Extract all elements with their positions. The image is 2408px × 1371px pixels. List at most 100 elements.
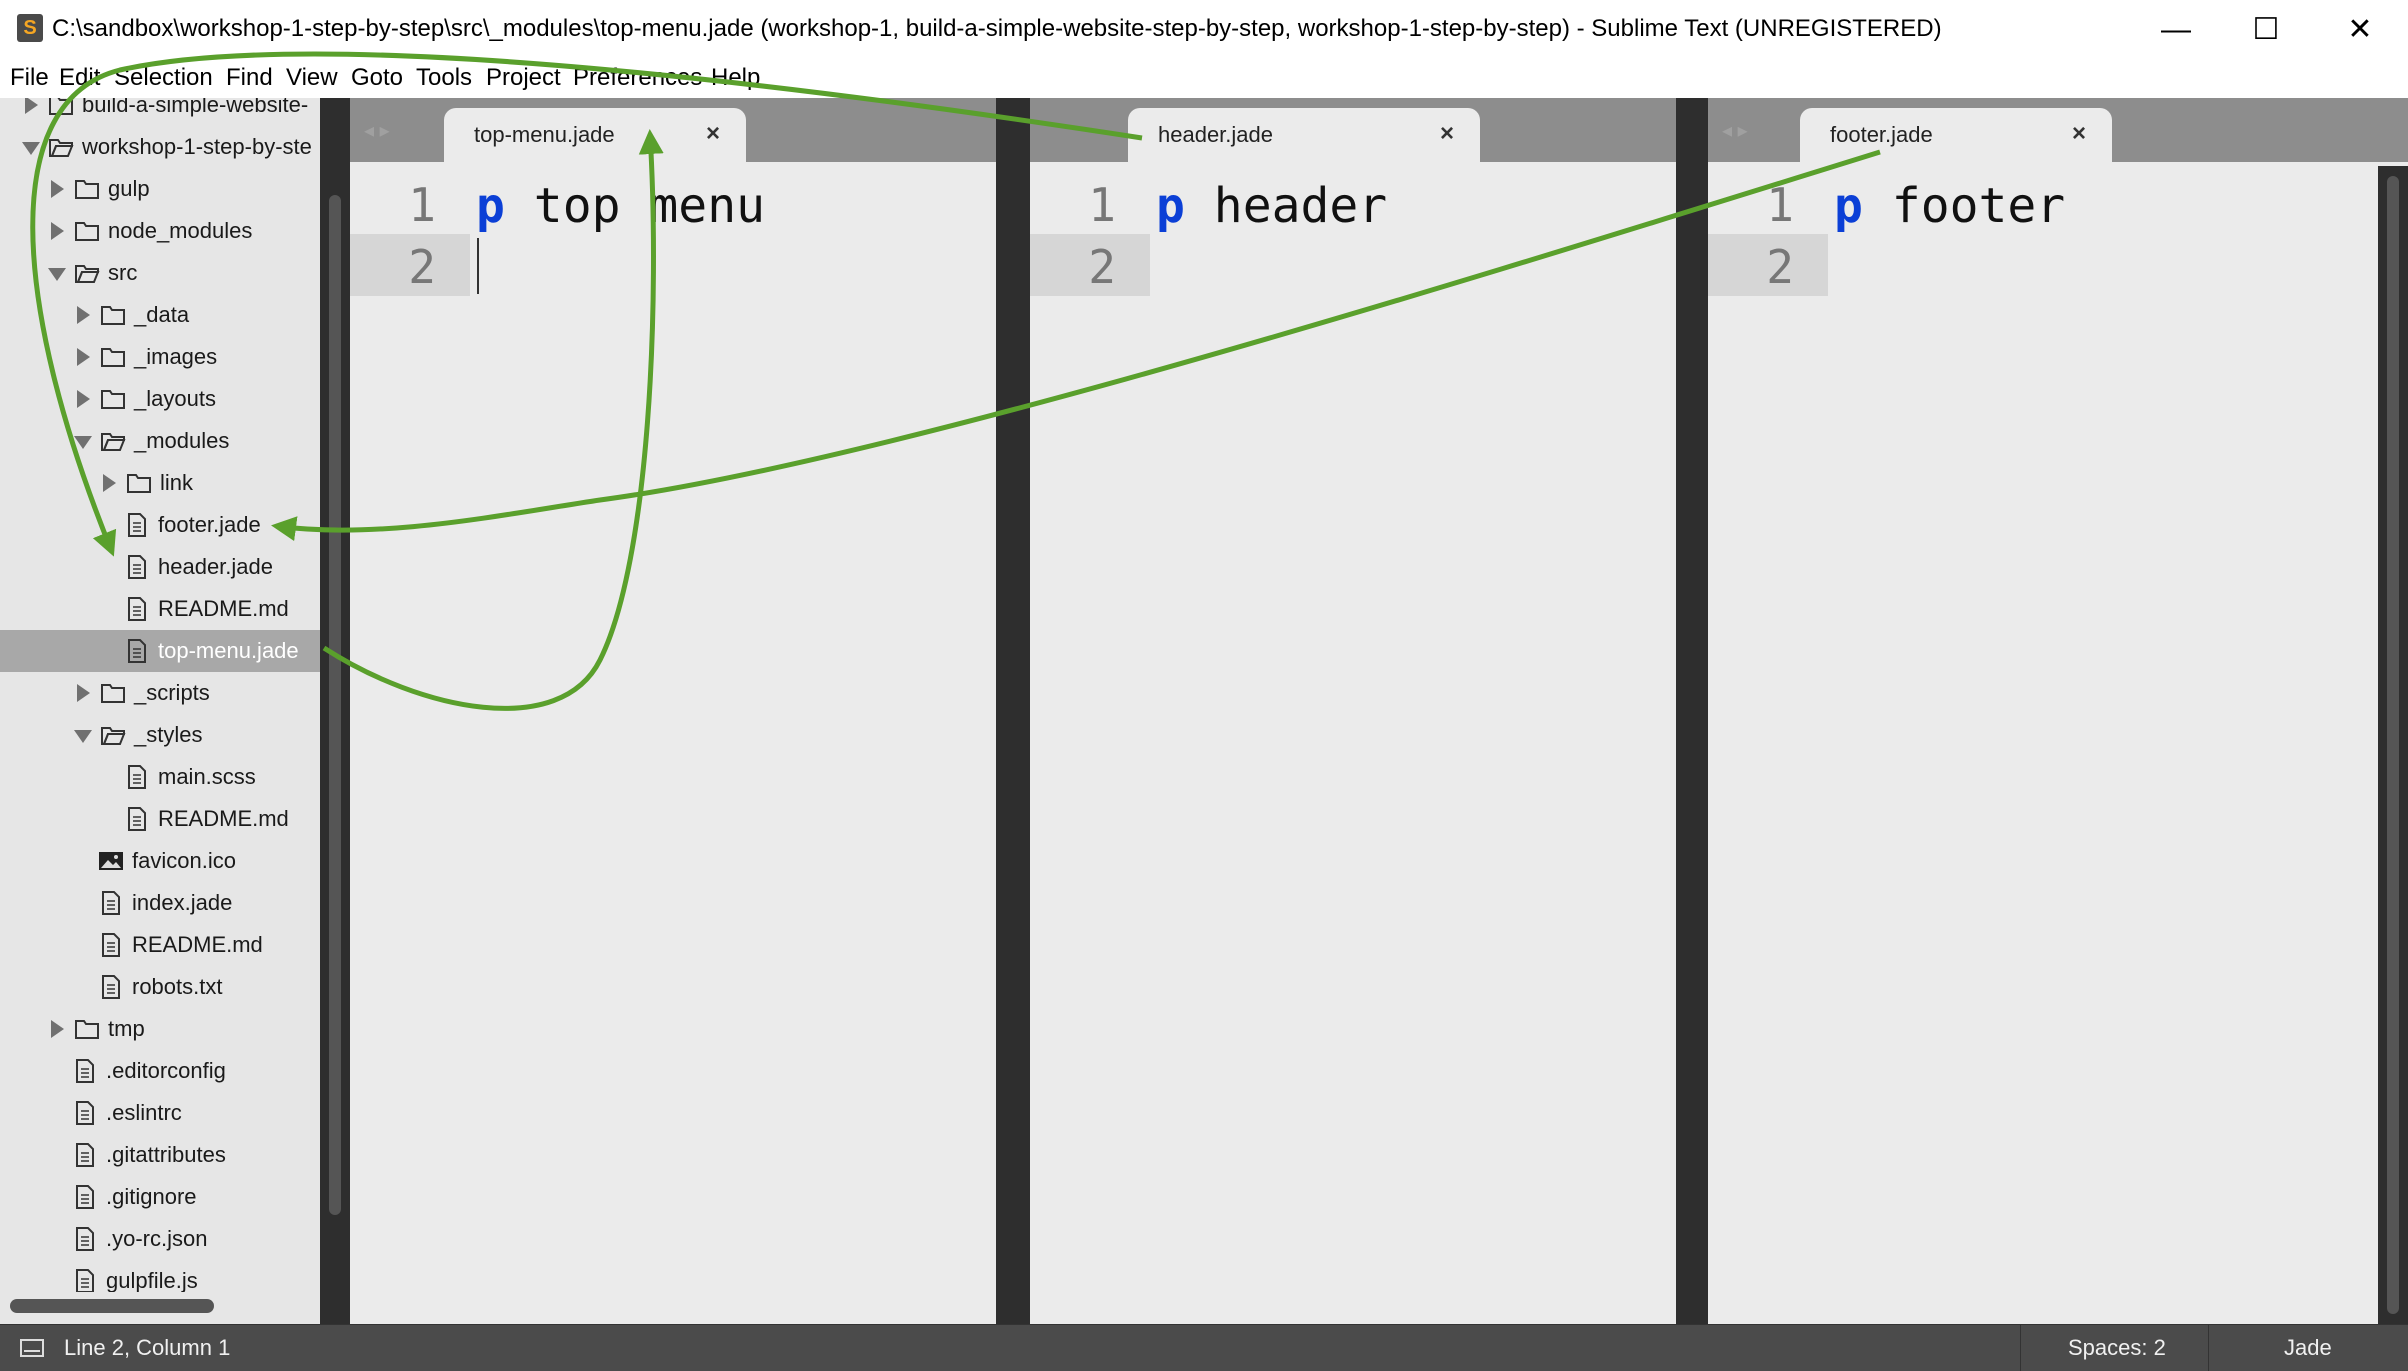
disclosure-closed-icon[interactable] (77, 306, 90, 324)
sidebar-item-layouts[interactable]: _layouts (0, 378, 320, 420)
tab-close-icon[interactable]: × (2072, 120, 2086, 148)
editor-group-1: ◂ ▸ top-menu.jade × 1 p top menu 2 (350, 98, 1026, 1324)
gutter-line: 1 p footer (1708, 172, 2065, 234)
menu-tools[interactable]: Tools (416, 64, 472, 92)
sidebar-item-gitattributes[interactable]: .gitattributes (0, 1134, 320, 1176)
sidebar-item-label: gulp (108, 176, 150, 201)
tab-footer-jade[interactable]: footer.jade × (1800, 108, 2112, 162)
folder-icon (100, 680, 126, 706)
sidebar-item-modules[interactable]: _modules (0, 420, 320, 462)
disclosure-closed-icon[interactable] (77, 348, 90, 366)
file-icon (124, 512, 150, 538)
status-indentation[interactable]: Spaces: 2 (2068, 1335, 2166, 1361)
disclosure-closed-icon[interactable] (77, 390, 90, 408)
sidebar-item-scripts[interactable]: _scripts (0, 672, 320, 714)
editor-scrollbar-thumb[interactable] (2387, 176, 2399, 1314)
sidebar-item-label: .yo-rc.json (106, 1226, 208, 1251)
sidebar-item-gitignore[interactable]: .gitignore (0, 1176, 320, 1218)
sidebar-vertical-scrollbar[interactable] (329, 195, 341, 1215)
tab-close-icon[interactable]: × (706, 120, 720, 148)
sidebar-item-gulp[interactable]: gulp (0, 168, 320, 210)
menu-goto[interactable]: Goto (351, 64, 403, 92)
sidebar-item-label: README.md (132, 932, 263, 957)
menu-edit[interactable]: Edit (59, 64, 100, 92)
disclosure-closed-icon[interactable] (51, 180, 64, 198)
sidebar-item-label: header.jade (158, 554, 273, 579)
gutter-line-active: 2 (1030, 234, 1150, 296)
sidebar-file-tree: build-a-simple-website-workshop-1-step-b… (0, 98, 320, 1324)
sidebar-item-footer-jade[interactable]: footer.jade (0, 504, 320, 546)
sidebar-item-readme-md[interactable]: README.md (0, 924, 320, 966)
code-keyword: p (476, 178, 505, 234)
disclosure-open-icon[interactable] (74, 730, 92, 743)
panel-toggle-icon[interactable] (20, 1339, 44, 1357)
sidebar-item-yo-rc-json[interactable]: .yo-rc.json (0, 1218, 320, 1260)
menu-preferences[interactable]: Preferences (573, 64, 702, 92)
disclosure-closed-icon[interactable] (25, 98, 38, 114)
title-bar: S C:\sandbox\workshop-1-step-by-step\src… (0, 0, 2408, 60)
code-line[interactable]: p top menu (476, 178, 765, 234)
tab-scroll-left-icon[interactable]: ◂ ▸ (364, 118, 390, 143)
menu-find[interactable]: Find (226, 64, 273, 92)
tab-scroll-left-icon[interactable]: ◂ ▸ (1722, 118, 1748, 143)
line-number: 2 (408, 240, 436, 294)
status-cursor-position: Line 2, Column 1 (64, 1335, 231, 1360)
close-window-icon[interactable]: ✕ (2330, 8, 2390, 52)
sidebar-item-favicon-ico[interactable]: favicon.ico (0, 840, 320, 882)
file-icon (124, 806, 150, 832)
file-icon (124, 554, 150, 580)
status-separator (2208, 1325, 2209, 1371)
tab-close-icon[interactable]: × (1440, 120, 1454, 148)
gutter-line-active: 2 (350, 234, 470, 296)
disclosure-open-icon[interactable] (74, 436, 92, 449)
sidebar-item-readme-md[interactable]: README.md (0, 798, 320, 840)
editor-scrollbar-track[interactable] (2378, 166, 2408, 1324)
editor-group-2: header.jade × 1 p header 2 (1030, 98, 1706, 1324)
sidebar-item-node-modules[interactable]: node_modules (0, 210, 320, 252)
menu-help[interactable]: Help (711, 64, 760, 92)
menu-file[interactable]: File (10, 64, 49, 92)
menu-view[interactable]: View (286, 64, 338, 92)
sidebar-item-src[interactable]: src (0, 252, 320, 294)
sidebar-item-images[interactable]: _images (0, 336, 320, 378)
status-syntax[interactable]: Jade (2284, 1335, 2332, 1361)
menu-selection[interactable]: Selection (114, 64, 213, 92)
sidebar-item-tmp[interactable]: tmp (0, 1008, 320, 1050)
code-line[interactable]: p header (1156, 178, 1387, 234)
sidebar-horizontal-scrollbar[interactable] (10, 1299, 214, 1313)
minimize-icon[interactable]: — (2146, 8, 2206, 52)
sidebar-item-main-scss[interactable]: main.scss (0, 756, 320, 798)
status-separator (2020, 1325, 2021, 1371)
disclosure-closed-icon[interactable] (103, 474, 116, 492)
maximize-icon[interactable]: ☐ (2236, 8, 2296, 52)
sublime-text-app-icon[interactable]: S (17, 14, 43, 42)
sidebar-item-eslintrc[interactable]: .eslintrc (0, 1092, 320, 1134)
code-line[interactable]: p footer (1834, 178, 2065, 234)
tab-top-menu-jade[interactable]: top-menu.jade × (444, 108, 746, 162)
folder-icon (74, 218, 100, 244)
sidebar-item-top-menu-jade[interactable]: top-menu.jade (0, 630, 320, 672)
group-divider[interactable] (996, 98, 1030, 1324)
sidebar-item-label: _data (134, 302, 190, 327)
sidebar-item-data[interactable]: _data (0, 294, 320, 336)
menu-bar: File Edit Selection Find View Goto Tools… (0, 60, 2408, 98)
sidebar-item-build-a-simple-website[interactable]: build-a-simple-website- (0, 98, 320, 126)
folder-icon (126, 470, 152, 496)
group-divider[interactable] (1676, 98, 1708, 1324)
disclosure-closed-icon[interactable] (51, 222, 64, 240)
disclosure-open-icon[interactable] (48, 268, 66, 281)
tab-header-jade[interactable]: header.jade × (1128, 108, 1480, 162)
disclosure-open-icon[interactable] (22, 142, 40, 155)
sidebar-item-index-jade[interactable]: index.jade (0, 882, 320, 924)
sidebar-item-styles[interactable]: _styles (0, 714, 320, 756)
disclosure-closed-icon[interactable] (77, 684, 90, 702)
sidebar-item-link[interactable]: link (0, 462, 320, 504)
sidebar-item-header-jade[interactable]: header.jade (0, 546, 320, 588)
sidebar-item-robots-txt[interactable]: robots.txt (0, 966, 320, 1008)
status-bar: Line 2, Column 1 Spaces: 2 Jade (0, 1324, 2408, 1371)
sidebar-item-workshop-1-step-by-ste[interactable]: workshop-1-step-by-ste (0, 126, 320, 168)
menu-project[interactable]: Project (486, 64, 561, 92)
sidebar-item-editorconfig[interactable]: .editorconfig (0, 1050, 320, 1092)
disclosure-closed-icon[interactable] (51, 1020, 64, 1038)
sidebar-item-readme-md[interactable]: README.md (0, 588, 320, 630)
